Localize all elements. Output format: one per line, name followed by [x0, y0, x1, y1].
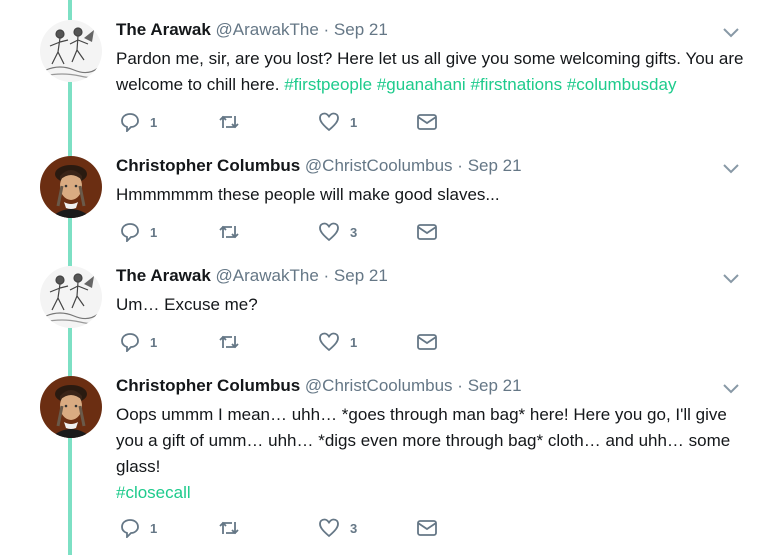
tweet-date[interactable]: Sep 21: [468, 376, 522, 395]
reply-count: 1: [150, 520, 158, 536]
reply-count: 1: [150, 224, 158, 240]
action-bar: 1 1: [116, 330, 456, 354]
tweet-text: Pardon me, sir, are you lost? Here let u…: [116, 46, 756, 98]
reply-icon: [121, 333, 139, 352]
tweet-text-content: Oops ummm I mean… uhh… *goes through man…: [116, 405, 731, 476]
direct-message-icon: [417, 224, 437, 240]
chevron-down-icon[interactable]: [722, 162, 740, 176]
like-button[interactable]: 1: [318, 330, 357, 354]
tweet-date[interactable]: Sep 21: [468, 156, 522, 175]
tweet[interactable]: Christopher Columbus @ChristCoolumbus · …: [0, 156, 784, 256]
reply-count: 1: [150, 114, 158, 130]
retweet-icon: [219, 521, 239, 535]
like-icon: [319, 222, 339, 242]
separator: ·: [457, 376, 463, 395]
retweet-button[interactable]: [218, 516, 250, 540]
columbus-portrait-avatar: [40, 156, 102, 218]
like-icon: [319, 332, 339, 352]
retweet-icon: [219, 115, 239, 129]
retweet-button[interactable]: [218, 110, 250, 134]
retweet-button[interactable]: [218, 220, 250, 244]
reply-count: 1: [150, 334, 158, 350]
arawak-engraving-avatar: [40, 266, 102, 328]
author-handle[interactable]: @ArawakThe: [216, 20, 319, 39]
avatar[interactable]: [40, 156, 102, 218]
reply-icon: [121, 223, 139, 242]
chevron-down-icon[interactable]: [722, 26, 740, 40]
chevron-down-icon[interactable]: [722, 382, 740, 396]
tweet-text: Um… Excuse me?: [116, 292, 756, 318]
direct-message-icon: [417, 520, 437, 536]
retweet-icon: [219, 335, 239, 349]
hashtag-link[interactable]: #firstnations: [470, 75, 562, 94]
tweet-text: Oops ummm I mean… uhh… *goes through man…: [116, 402, 756, 506]
hashtag-link[interactable]: #columbusday: [567, 75, 677, 94]
chevron-down-icon[interactable]: [722, 272, 740, 286]
reply-button[interactable]: 1: [120, 330, 157, 354]
action-bar: 1 3: [116, 516, 456, 540]
avatar[interactable]: [40, 266, 102, 328]
separator: ·: [457, 156, 463, 175]
direct-message-button[interactable]: [416, 330, 438, 354]
like-count: 3: [350, 520, 358, 536]
retweet-icon: [219, 225, 239, 239]
tweet[interactable]: Christopher Columbus @ChristCoolumbus · …: [0, 376, 784, 551]
arawak-engraving-avatar: [40, 20, 102, 82]
author-name[interactable]: Christopher Columbus: [116, 156, 300, 175]
author-name[interactable]: The Arawak: [116, 20, 211, 39]
hashtag-link[interactable]: #closecall: [116, 483, 191, 502]
like-count: 3: [350, 224, 358, 240]
author-name[interactable]: Christopher Columbus: [116, 376, 300, 395]
like-count: 1: [350, 334, 358, 350]
separator: ·: [323, 266, 330, 285]
like-button[interactable]: 3: [318, 220, 357, 244]
reply-button[interactable]: 1: [120, 220, 157, 244]
tweet-text-content: Um… Excuse me?: [116, 295, 258, 314]
action-bar: 1 1: [116, 110, 456, 134]
author-handle[interactable]: @ArawakThe: [216, 266, 319, 285]
hashtag-link[interactable]: #guanahani: [377, 75, 466, 94]
reply-icon: [121, 113, 139, 132]
avatar[interactable]: [40, 376, 102, 438]
tweet-date[interactable]: Sep 21: [334, 20, 388, 39]
reply-icon: [121, 519, 139, 538]
avatar[interactable]: [40, 20, 102, 82]
tweet-date[interactable]: Sep 21: [334, 266, 388, 285]
like-button[interactable]: 3: [318, 516, 357, 540]
author-name[interactable]: The Arawak: [116, 266, 211, 285]
columbus-portrait-avatar: [40, 376, 102, 438]
separator: ·: [323, 20, 330, 39]
retweet-button[interactable]: [218, 330, 250, 354]
tweet[interactable]: The Arawak @ArawakThe · Sep 21 Pardon me…: [0, 20, 784, 140]
like-icon: [319, 112, 339, 132]
tweet[interactable]: The Arawak @ArawakThe · Sep 21 Um… Excus…: [0, 266, 784, 366]
hashtag-link[interactable]: #firstpeople: [284, 75, 372, 94]
direct-message-icon: [417, 334, 437, 350]
direct-message-button[interactable]: [416, 516, 438, 540]
like-count: 1: [350, 114, 358, 130]
reply-button[interactable]: 1: [120, 516, 157, 540]
like-icon: [319, 518, 339, 538]
tweet-text: Hmmmmmm these people will make good slav…: [116, 182, 756, 208]
action-bar: 1 3: [116, 220, 456, 244]
reply-button[interactable]: 1: [120, 110, 157, 134]
tweet-text-content: Hmmmmmm these people will make good slav…: [116, 185, 500, 204]
direct-message-icon: [417, 114, 437, 130]
author-handle[interactable]: @ChristCoolumbus: [305, 376, 453, 395]
like-button[interactable]: 1: [318, 110, 357, 134]
author-handle[interactable]: @ChristCoolumbus: [305, 156, 453, 175]
direct-message-button[interactable]: [416, 110, 438, 134]
direct-message-button[interactable]: [416, 220, 438, 244]
